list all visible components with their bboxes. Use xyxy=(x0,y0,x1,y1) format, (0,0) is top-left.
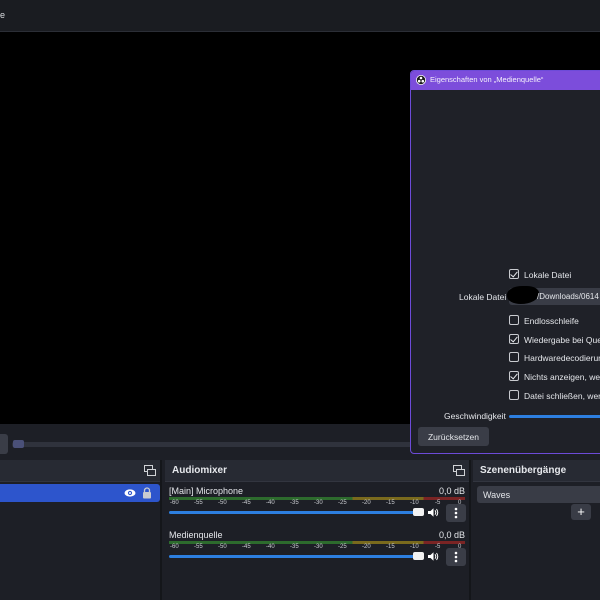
transitions-dock-header: Szenenübergänge xyxy=(473,460,600,482)
hardware-decoding-checkbox[interactable] xyxy=(509,352,519,362)
scale-tick: -30 xyxy=(314,544,323,550)
loop-checkbox[interactable] xyxy=(509,315,519,325)
loop-label: Endlosschleife xyxy=(524,316,579,326)
scale-tick: -5 xyxy=(435,544,441,550)
transition-selected: Waves xyxy=(483,490,511,500)
reset-button-label: Zurücksetzen xyxy=(427,432,480,442)
seek-handle[interactable] xyxy=(13,440,24,448)
sources-dock xyxy=(0,460,162,600)
local-file-checkbox-label: Lokale Datei xyxy=(524,270,572,280)
scale-tick: -10 xyxy=(410,544,419,550)
mixer-channel: Medienquelle 0,0 dB -60 -55 -50 -45 -40 … xyxy=(168,530,468,574)
scale-tick: -60 xyxy=(170,500,179,506)
meter-scale: -60 -55 -50 -45 -40 -35 -30 -25 -20 -15 … xyxy=(168,500,468,508)
scale-tick: -15 xyxy=(386,544,395,550)
channel-name: [Main] Microphone xyxy=(169,486,244,496)
eye-icon[interactable] xyxy=(124,488,136,498)
scale-tick: -25 xyxy=(338,500,347,506)
scale-tick: -60 xyxy=(170,544,179,550)
mixer-dock-header: Audiomixer xyxy=(165,460,469,482)
source-item-selected[interactable] xyxy=(0,484,160,502)
scale-tick: -5 xyxy=(435,500,441,506)
sources-dock-header xyxy=(0,460,160,482)
close-file-checkbox[interactable] xyxy=(509,390,519,400)
audio-mixer-dock: Audiomixer [Main] Microphone 0,0 dB -60 … xyxy=(165,460,471,600)
scale-tick: -45 xyxy=(242,544,251,550)
menu-bar: e xyxy=(0,0,600,32)
file-path-text: /Downloads/0614 xyxy=(537,292,599,301)
dialog-title: Eigenschaften von „Medienquelle“ xyxy=(430,75,544,84)
restart-label: Wiedergabe bei Quel xyxy=(524,335,600,345)
file-path-field[interactable]: /Downloads/0614 xyxy=(507,286,600,305)
volume-slider[interactable] xyxy=(169,555,423,558)
undock-icon[interactable] xyxy=(144,465,156,476)
scale-tick: -15 xyxy=(386,500,395,506)
volume-slider-handle[interactable] xyxy=(413,508,424,516)
speaker-icon[interactable] xyxy=(427,507,439,518)
scale-tick: -50 xyxy=(218,544,227,550)
scale-tick: -10 xyxy=(410,500,419,506)
speaker-icon[interactable] xyxy=(427,551,439,562)
scale-tick: -35 xyxy=(290,500,299,506)
scale-tick: -20 xyxy=(362,544,371,550)
play-button[interactable] xyxy=(0,434,8,454)
scale-tick: -55 xyxy=(194,500,203,506)
scale-tick: -30 xyxy=(314,500,323,506)
channel-name: Medienquelle xyxy=(169,530,223,540)
scale-tick: -25 xyxy=(338,544,347,550)
more-options-icon[interactable] xyxy=(446,504,466,522)
hardware-decoding-label: Hardwaredecodierun xyxy=(524,353,600,363)
local-file-checkbox[interactable] xyxy=(509,269,519,279)
more-options-icon[interactable] xyxy=(446,548,466,566)
volume-slider[interactable] xyxy=(169,511,423,514)
restart-on-activate-checkbox[interactable] xyxy=(509,334,519,344)
channel-db: 0,0 dB xyxy=(438,486,465,496)
channel-db: 0,0 dB xyxy=(438,530,465,540)
obs-window: e Audiomixer [Main] Microphone 0,0 dB -6… xyxy=(0,0,600,600)
scale-tick: -20 xyxy=(362,500,371,506)
scale-tick: -40 xyxy=(266,500,275,506)
close-file-label: Datei schließen, wen xyxy=(524,391,600,401)
scene-transitions-dock: Szenenübergänge Waves + xyxy=(473,460,600,600)
scale-tick: -35 xyxy=(290,544,299,550)
mixer-channel: [Main] Microphone 0,0 dB -60 -55 -50 -45… xyxy=(168,486,468,530)
dialog-source-preview xyxy=(411,90,600,265)
volume-slider-handle[interactable] xyxy=(413,552,424,560)
lock-icon[interactable] xyxy=(142,487,152,499)
local-file-label: Lokale Datei xyxy=(459,292,507,302)
scale-tick: -40 xyxy=(266,544,275,550)
add-transition-button[interactable]: + xyxy=(571,504,591,520)
speed-slider[interactable] xyxy=(509,415,600,418)
transitions-title: Szenenübergänge xyxy=(480,465,567,476)
scale-tick: -55 xyxy=(194,544,203,550)
scale-tick: -45 xyxy=(242,500,251,506)
scale-tick: -50 xyxy=(218,500,227,506)
menu-item-partial[interactable]: e xyxy=(0,10,5,20)
reset-button[interactable]: Zurücksetzen xyxy=(418,427,489,446)
show-nothing-label: Nichts anzeigen, wen xyxy=(524,372,600,382)
meter-scale: -60 -55 -50 -45 -40 -35 -30 -25 -20 -15 … xyxy=(168,544,468,552)
redaction-mark xyxy=(507,286,539,304)
speed-label: Geschwindigkeit xyxy=(444,411,506,421)
transition-select[interactable]: Waves xyxy=(477,486,600,503)
show-nothing-checkbox[interactable] xyxy=(509,371,519,381)
dialog-titlebar[interactable]: Eigenschaften von „Medienquelle“ xyxy=(411,71,600,90)
undock-icon[interactable] xyxy=(453,465,465,476)
properties-dialog: Eigenschaften von „Medienquelle“ Lokale … xyxy=(410,70,600,454)
obs-logo-icon xyxy=(416,75,426,85)
mixer-title: Audiomixer xyxy=(172,465,228,476)
